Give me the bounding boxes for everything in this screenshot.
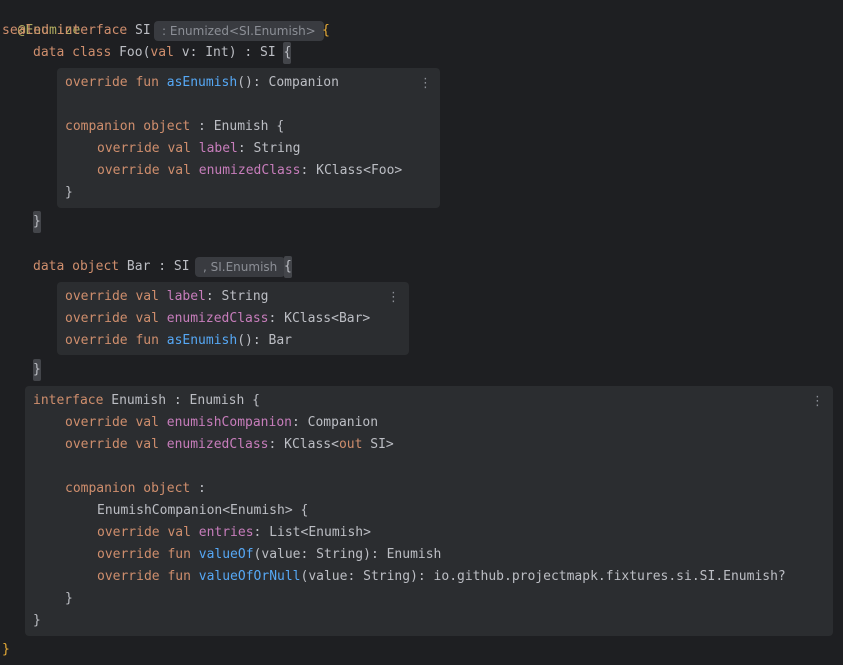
code-line: override val enumishCompanion: Companion (65, 415, 379, 430)
code-line: companion object : Enumish { (65, 119, 285, 134)
code-line: override val entries: List<Enumish> (97, 525, 371, 540)
foo-open-brace: { (283, 42, 292, 64)
code-line: interface Enumish : Enumish { (33, 393, 260, 408)
foo-class-line: data class Foo(val v: Int) : SI { (33, 42, 292, 64)
foo-close-brace: } (33, 211, 41, 233)
sealed-close-brace: } (2, 642, 10, 657)
sealed-open-brace: { (322, 23, 330, 38)
code-line: override val label: String (97, 141, 301, 156)
code-line: override val enumizedClass: KClass<Foo> (97, 163, 403, 178)
bar-open-brace: { (284, 256, 292, 278)
code-line: override val enumizedClass: KClass<Bar> (65, 311, 371, 326)
sealed-interface-line: sealed interface SI (2, 20, 151, 42)
code-line: override fun asEnumish(): Bar (65, 333, 292, 348)
panel-menu-icon[interactable]: ⋮ (387, 290, 400, 306)
panel-menu-icon[interactable]: ⋮ (419, 76, 432, 92)
bar-close-brace: } (33, 359, 41, 381)
code-line: EnumishCompanion<Enumish> { (97, 503, 309, 518)
code-line: } (33, 613, 41, 628)
bar-object-line: data object Bar : SI (33, 259, 190, 274)
panel-menu-icon[interactable]: ⋮ (811, 394, 824, 410)
code-line: override val enumizedClass: KClass<out S… (65, 437, 394, 452)
interface-name: SI (127, 23, 151, 38)
code-line: override fun valueOf(value: String): Enu… (97, 547, 442, 562)
code-line: override fun valueOfOrNull(value: String… (97, 569, 786, 584)
keyword: sealed interface (2, 23, 128, 38)
inlay-hint-enumish[interactable]: , SI.Enumish (195, 257, 286, 277)
code-line: companion object : (65, 481, 206, 496)
code-line: override fun asEnumish(): Companion (65, 75, 339, 90)
code-line: } (65, 185, 73, 200)
annotation-line: @Enumize (2, 0, 81, 38)
inlay-hint-enumized[interactable]: : Enumized<SI.Enumish> (154, 21, 324, 41)
code-line: } (65, 591, 73, 606)
code-line: override val label: String (65, 289, 269, 304)
